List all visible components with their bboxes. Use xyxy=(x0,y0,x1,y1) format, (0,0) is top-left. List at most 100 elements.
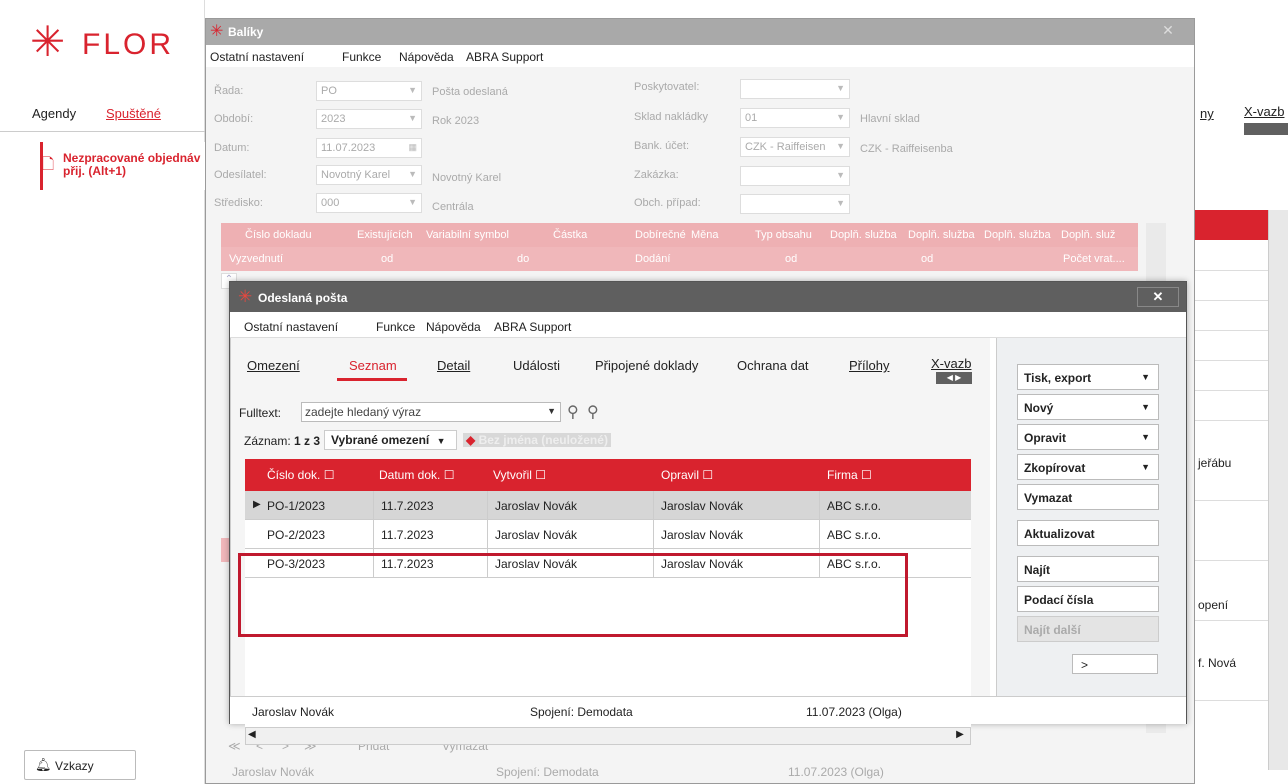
diamond-icon: ◆ xyxy=(466,433,476,447)
bg-tab-xvazby[interactable]: X-vazb xyxy=(1244,104,1284,119)
menu-ostatni-nastaveni[interactable]: Ostatní nastavení xyxy=(210,50,304,64)
tab-xvazby[interactable]: X-vazb xyxy=(931,356,971,371)
bell-icon: 🔔︎ xyxy=(35,757,52,772)
bg-tab-scroller[interactable] xyxy=(1244,123,1288,135)
col-header[interactable]: Doplň. služba xyxy=(908,229,975,241)
scroll-left-icon[interactable]: ◀ xyxy=(248,729,264,743)
obdobi-desc: Rok 2023 xyxy=(432,115,480,127)
col-divider xyxy=(373,520,374,549)
novy-button[interactable]: Nový ▼ xyxy=(1017,394,1159,420)
menu-ostatni-nastaveni[interactable]: Ostatní nastavení xyxy=(244,320,338,334)
vzkazy-button[interactable]: 🔔︎ Vzkazy xyxy=(24,750,136,780)
table-row[interactable]: ▶ PO-1/2023 11.7.2023 Jaroslav Novák Jar… xyxy=(245,491,971,520)
tab-seznam[interactable]: Seznam xyxy=(349,358,397,373)
col-header[interactable]: Číslo dokladu xyxy=(245,229,312,241)
fulltext-input[interactable]: zadejte hledaný výraz ▼ xyxy=(301,402,561,422)
zaznam-label: Záznam: xyxy=(244,434,291,448)
tab-spustene[interactable]: Spuštěné xyxy=(106,106,161,121)
cell-datum: 11.7.2023 xyxy=(381,499,434,513)
poskytovatel-field[interactable]: ▼ xyxy=(740,79,850,99)
opravit-button[interactable]: Opravit ▼ xyxy=(1017,424,1159,450)
tab-prilohy[interactable]: Přílohy xyxy=(849,358,889,373)
tab-pripojene-doklady[interactable]: Připojené doklady xyxy=(595,358,698,373)
obch-pripad-label: Obch. případ: xyxy=(634,197,701,209)
col-header[interactable]: Existujících xyxy=(357,229,413,241)
col-subheader: od xyxy=(381,253,394,265)
vybrane-omezeni-select[interactable]: Vybrané omezení ▼ xyxy=(324,430,457,450)
col-header[interactable]: Doplň. služba xyxy=(830,229,897,241)
tab-ochrana-dat[interactable]: Ochrana dat xyxy=(737,358,809,373)
col-subheader: do xyxy=(517,253,530,265)
baliky-title: Balíky xyxy=(228,25,264,39)
bank-field[interactable]: CZK - Raiffeisen ▼ xyxy=(740,137,850,157)
stredisko-value: 000 xyxy=(321,197,340,209)
close-button[interactable]: ✕ xyxy=(1146,22,1190,42)
sklad-field[interactable]: 01 ▼ xyxy=(740,108,850,128)
sidebar-item-nezpracovane[interactable]: 🗋 Nezpracované objednáv přij. (Alt+1) xyxy=(40,142,205,190)
tab-agendy[interactable]: Agendy xyxy=(32,106,76,121)
col-header[interactable]: Doplň. služba xyxy=(984,229,1051,241)
tab-omezeni[interactable]: Omezení xyxy=(247,358,300,373)
obch-pripad-field[interactable]: ▼ xyxy=(740,194,850,214)
col-subheader: Dodání xyxy=(635,253,671,265)
odeslana-menubar: Ostatní nastavení Funkce Nápověda ABRA S… xyxy=(230,312,1186,338)
close-button[interactable]: ✕ xyxy=(1137,287,1179,307)
tisk-export-button[interactable]: Tisk, export ▼ xyxy=(1017,364,1159,390)
table-row[interactable]: PO-2/2023 11.7.2023 Jaroslav Novák Jaros… xyxy=(245,520,971,549)
col-datum-dok[interactable]: Datum dok. ☐ xyxy=(379,468,454,482)
current-row-arrow-icon: ▶ xyxy=(253,499,261,510)
advanced-search-icon[interactable]: ⚲ xyxy=(587,402,599,422)
datum-field[interactable]: 11.07.2023 ▦ xyxy=(316,138,422,158)
podaci-cisla-button[interactable]: Podací čísla xyxy=(1017,586,1159,612)
col-header[interactable]: Dobírečné xyxy=(635,229,686,241)
status-date: 11.07.2023 (Olga) xyxy=(806,705,902,719)
menu-napoveda[interactable]: Nápověda xyxy=(399,50,454,64)
col-header[interactable]: Variabilní symbol xyxy=(426,229,509,241)
menu-funkce[interactable]: Funkce xyxy=(342,50,381,64)
logo-star-icon: ✳ xyxy=(30,18,66,65)
col-divider xyxy=(653,520,654,549)
col-header[interactable]: Částka xyxy=(553,229,587,241)
bg-scrollbar[interactable] xyxy=(1268,210,1288,770)
baliky-menubar: Ostatní nastavení Funkce Nápověda ABRA S… xyxy=(206,45,1194,67)
col-firma[interactable]: Firma ☐ xyxy=(827,468,872,482)
zkopirovat-button[interactable]: Zkopírovat ▼ xyxy=(1017,454,1159,480)
dropdown-arrow-icon[interactable]: ▼ xyxy=(547,406,556,416)
sidebar-tabs: Agendy Spuštěné xyxy=(0,92,205,132)
bg-tab-partial[interactable]: ny xyxy=(1200,106,1214,121)
menu-abra-support[interactable]: ABRA Support xyxy=(466,50,543,64)
horizontal-scrollbar[interactable]: ◀ ▶ xyxy=(245,727,971,745)
tab-udalosti[interactable]: Události xyxy=(513,358,560,373)
bg-row-divider xyxy=(1190,390,1268,391)
col-vytvoril[interactable]: Vytvořil ☐ xyxy=(493,468,546,482)
tab-scroll-arrows[interactable]: ◀ ▶ xyxy=(936,372,972,384)
col-header[interactable]: Doplň. služ xyxy=(1061,229,1115,241)
tab-detail[interactable]: Detail xyxy=(437,358,470,373)
col-opravil[interactable]: Opravil ☐ xyxy=(661,468,713,482)
zakazka-field[interactable]: ▼ xyxy=(740,166,850,186)
rada-field[interactable]: PO ▼ xyxy=(316,81,422,101)
next-small-button[interactable]: > xyxy=(1072,654,1158,674)
menu-abra-support[interactable]: ABRA Support xyxy=(494,320,571,334)
obdobi-field[interactable]: 2023 ▼ xyxy=(316,109,422,129)
vymazat-button[interactable]: Vymazat xyxy=(1017,484,1159,510)
col-cislo-dok[interactable]: Číslo dok. ☐ xyxy=(267,468,334,482)
aktualizovat-button[interactable]: Aktualizovat xyxy=(1017,520,1159,546)
menu-napoveda[interactable]: Nápověda xyxy=(426,320,481,334)
sklad-desc: Hlavní sklad xyxy=(860,113,920,125)
stredisko-label: Středisko: xyxy=(214,197,263,209)
odeslana-posta-window: ✳ Odeslaná pošta ✕ Ostatní nastavení Fun… xyxy=(229,281,1187,745)
nav-first-button[interactable]: ≪ xyxy=(228,739,241,753)
scroll-right-icon[interactable]: ▶ xyxy=(952,729,968,743)
najit-button[interactable]: Najít xyxy=(1017,556,1159,582)
najit-dalsi-button[interactable]: Najít další xyxy=(1017,616,1159,642)
search-icon[interactable]: ⚲ xyxy=(567,402,579,422)
odesilatel-field[interactable]: Novotný Karel ▼ xyxy=(316,165,422,185)
bg-row-divider xyxy=(1190,500,1268,501)
sidebar-item-label: Nezpracované objednáv xyxy=(63,151,201,165)
col-header[interactable]: Měna xyxy=(691,229,719,241)
calendar-icon[interactable]: ▦ xyxy=(408,142,417,153)
col-header[interactable]: Typ obsahu xyxy=(755,229,812,241)
menu-funkce[interactable]: Funkce xyxy=(376,320,415,334)
stredisko-field[interactable]: 000 ▼ xyxy=(316,193,422,213)
